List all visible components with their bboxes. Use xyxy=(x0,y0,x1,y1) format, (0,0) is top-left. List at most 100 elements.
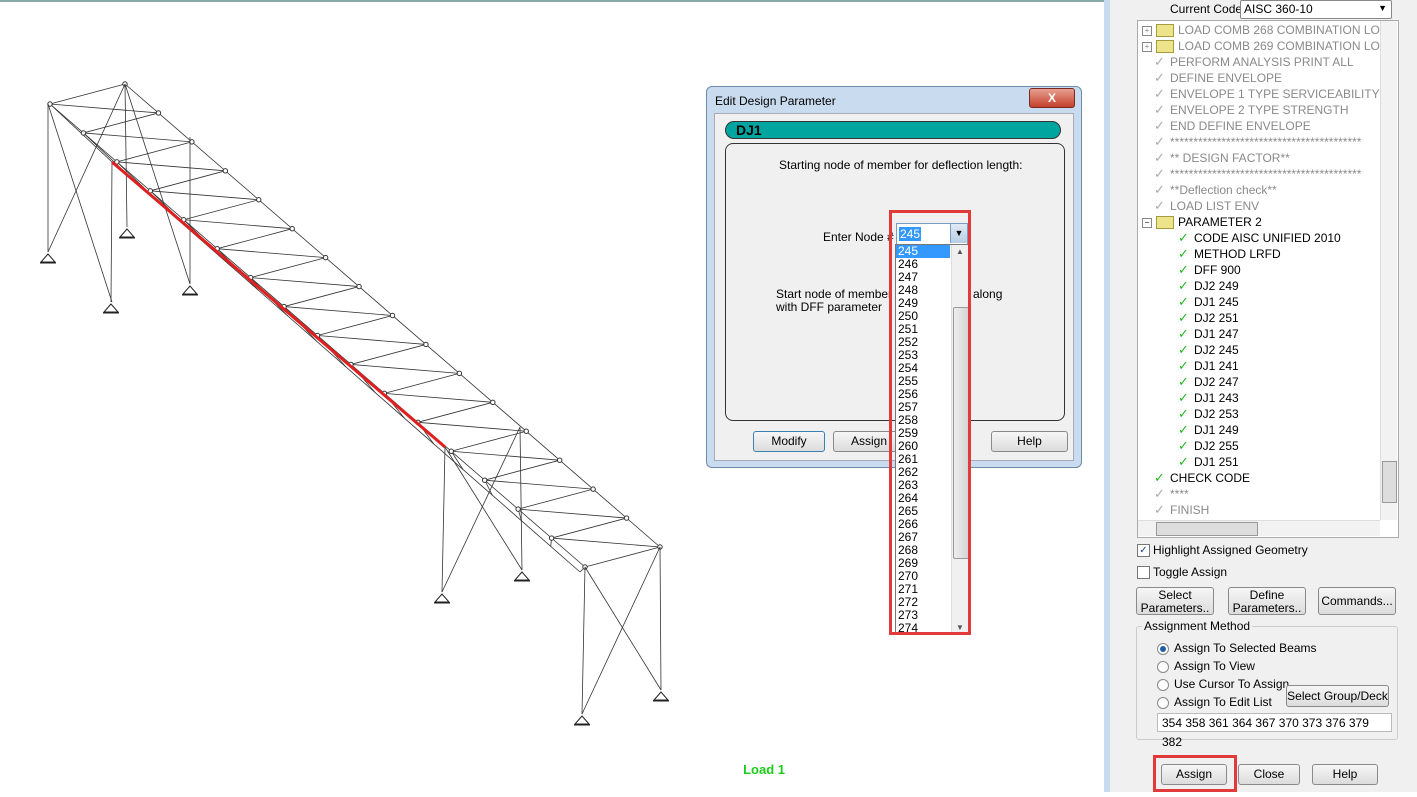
node[interactable] xyxy=(289,225,295,232)
node[interactable] xyxy=(155,110,162,116)
member[interactable] xyxy=(317,315,393,336)
tree-item[interactable]: ✓ DEFINE ENVELOPE xyxy=(1142,70,1282,86)
member[interactable] xyxy=(83,132,192,143)
member[interactable] xyxy=(484,479,594,490)
tree-vscrollbar[interactable] xyxy=(1380,21,1397,520)
node[interactable] xyxy=(515,506,521,512)
member[interactable] xyxy=(49,103,159,114)
tree-item[interactable]: ✓ ENVELOPE 2 TYPE STRENGTH xyxy=(1142,102,1349,118)
tree-item[interactable]: ✓ END DEFINE ENVELOPE xyxy=(1142,118,1311,134)
member[interactable] xyxy=(441,446,446,593)
member[interactable] xyxy=(551,537,661,548)
expand-icon[interactable]: + xyxy=(1142,25,1152,36)
modify-button[interactable]: Modify xyxy=(753,431,825,452)
node[interactable] xyxy=(556,457,563,463)
edit-list-input[interactable]: 354 358 361 364 367 370 373 376 379 382 xyxy=(1157,713,1392,749)
checkbox-icon[interactable] xyxy=(1137,566,1150,580)
node[interactable] xyxy=(80,130,87,136)
expand-icon[interactable]: + xyxy=(1142,41,1152,52)
member[interactable] xyxy=(581,546,661,715)
member[interactable] xyxy=(284,306,393,316)
highlighted-member[interactable] xyxy=(111,160,446,449)
member[interactable] xyxy=(451,450,560,461)
node[interactable] xyxy=(490,399,496,406)
member[interactable] xyxy=(581,566,586,715)
node[interactable] xyxy=(590,486,596,492)
assignment-method-option[interactable]: Use Cursor To Assign xyxy=(1157,677,1289,691)
tree-item[interactable]: ✓ DJ1 247 xyxy=(1166,326,1239,342)
tree-item[interactable]: ✓ LOAD LIST ENV xyxy=(1142,198,1259,214)
node[interactable] xyxy=(456,370,463,377)
member[interactable] xyxy=(250,257,326,279)
toggle-assign-checkbox[interactable]: Toggle Assign xyxy=(1137,565,1227,580)
tree-item[interactable]: + LOAD COMB 268 COMBINATION LOAD C xyxy=(1142,22,1398,38)
tree-item[interactable]: ✓ **Deflection check** xyxy=(1142,182,1277,198)
member[interactable] xyxy=(384,392,493,403)
tree-item[interactable]: ✓ DJ1 241 xyxy=(1166,358,1239,374)
member[interactable] xyxy=(317,335,426,345)
member[interactable] xyxy=(110,161,113,303)
member[interactable] xyxy=(350,364,460,374)
member[interactable] xyxy=(116,161,226,172)
commands-button[interactable]: Commands... xyxy=(1318,587,1396,615)
member[interactable] xyxy=(83,112,159,134)
tree-vscroll-thumb[interactable] xyxy=(1382,461,1397,503)
highlight-checkbox[interactable]: ✓ Highlight Assigned Geometry xyxy=(1137,543,1308,558)
checkbox-checked-icon[interactable]: ✓ xyxy=(1137,544,1150,558)
tree-item[interactable]: ✓ ENVELOPE 1 TYPE SERVICEABILITY xyxy=(1142,86,1380,102)
select-parameters-button[interactable]: Select Parameters.. xyxy=(1136,587,1214,615)
member[interactable] xyxy=(250,277,360,287)
node[interactable] xyxy=(322,254,329,261)
member[interactable] xyxy=(519,426,523,571)
radio-icon[interactable] xyxy=(1157,660,1169,673)
member[interactable] xyxy=(350,344,427,365)
member[interactable] xyxy=(584,546,661,568)
member[interactable] xyxy=(584,566,662,691)
tree-item[interactable]: ✓ DJ2 251 xyxy=(1166,310,1239,326)
member[interactable] xyxy=(217,248,326,259)
tree-item[interactable]: ✓ DJ2 245 xyxy=(1166,342,1239,358)
member[interactable] xyxy=(551,517,627,539)
tree-item[interactable]: ✓ DJ1 251 xyxy=(1166,454,1239,470)
member[interactable] xyxy=(417,421,527,432)
tree-item[interactable]: ✓ DJ1 243 xyxy=(1166,390,1239,406)
help-dialog-button[interactable]: Help xyxy=(991,431,1068,452)
tree-item[interactable]: ✓ ***************************************… xyxy=(1142,166,1361,182)
member[interactable] xyxy=(283,286,360,307)
tree-item[interactable]: ✓ PERFORM ANALYSIS PRINT ALL xyxy=(1142,54,1354,70)
member[interactable] xyxy=(124,83,128,228)
node[interactable] xyxy=(423,341,429,348)
member[interactable] xyxy=(444,446,523,571)
member[interactable] xyxy=(384,372,460,394)
member[interactable] xyxy=(217,228,293,250)
close-icon[interactable]: X xyxy=(1029,88,1075,108)
assignment-method-option[interactable]: Assign To View xyxy=(1157,659,1255,673)
member[interactable] xyxy=(150,190,259,201)
radio-icon[interactable] xyxy=(1157,696,1169,709)
define-parameters-button[interactable]: Define Parameters.. xyxy=(1228,587,1306,615)
help-button[interactable]: Help xyxy=(1312,764,1378,785)
member[interactable] xyxy=(150,170,226,192)
node[interactable] xyxy=(356,283,362,290)
member[interactable] xyxy=(47,83,126,253)
tree-item[interactable]: ✓ METHOD LRFD xyxy=(1166,246,1281,262)
radio-icon[interactable] xyxy=(1157,642,1169,655)
member[interactable] xyxy=(49,83,126,105)
command-tree[interactable]: + LOAD COMB 268 COMBINATION LOAD C + LOAD C… xyxy=(1137,20,1399,538)
tree-item[interactable]: ✓ DJ1 249 xyxy=(1166,422,1239,438)
close-button[interactable]: Close xyxy=(1238,764,1300,785)
radio-icon[interactable] xyxy=(1157,678,1169,691)
select-group-deck-button[interactable]: Select Group/Deck xyxy=(1286,685,1389,707)
assignment-method-option[interactable]: Assign To Edit List xyxy=(1157,695,1272,709)
node[interactable] xyxy=(448,448,454,454)
node[interactable] xyxy=(389,312,396,319)
tree-hscrollbar[interactable] xyxy=(1138,520,1380,536)
member[interactable] xyxy=(183,199,259,221)
member[interactable] xyxy=(518,488,594,510)
node[interactable] xyxy=(481,477,488,483)
tree-hscroll-thumb[interactable] xyxy=(1156,522,1258,536)
tree-item[interactable]: ✓ DJ2 247 xyxy=(1166,374,1239,390)
node[interactable] xyxy=(256,197,262,203)
tree-item[interactable]: ✓ FINISH xyxy=(1142,502,1209,518)
node[interactable] xyxy=(222,168,229,174)
